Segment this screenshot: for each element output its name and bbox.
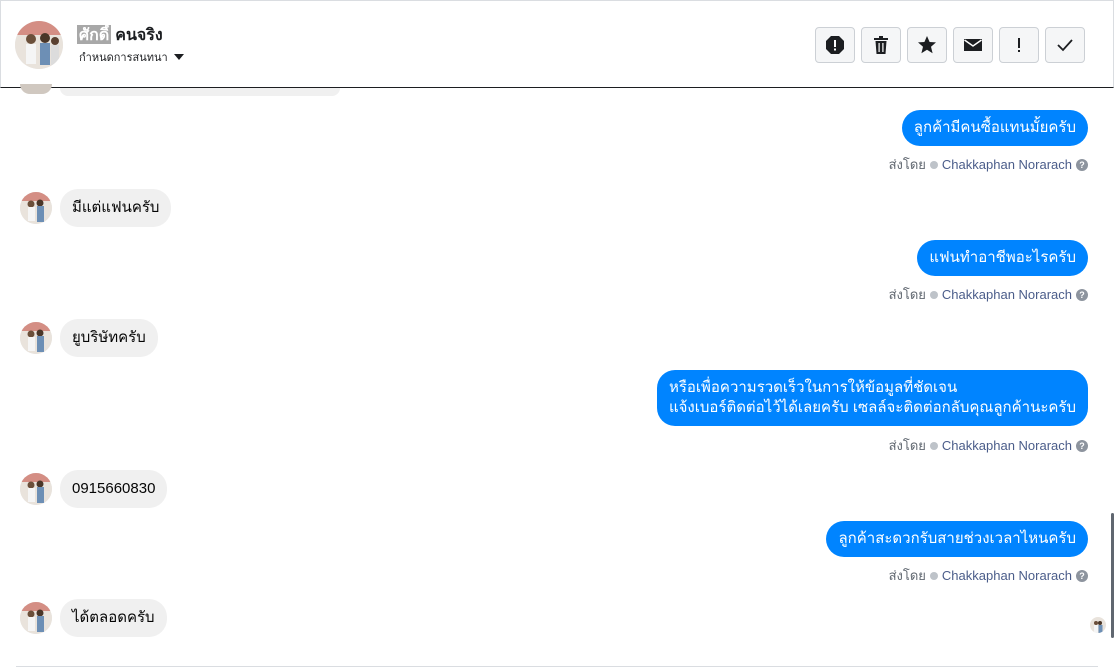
sent-by-line: ส่งโดย Chakkaphan Norarach ? xyxy=(889,284,1088,305)
sent-by-label: ส่งโดย xyxy=(888,287,926,302)
sent-by-label: ส่งโดย xyxy=(888,568,926,583)
incoming-message: 0915660830 xyxy=(60,470,168,508)
seen-avatar xyxy=(1090,617,1106,633)
avatar xyxy=(20,602,52,634)
star-button[interactable] xyxy=(907,27,947,63)
contact-name: ศักดิ์ คนจริง xyxy=(77,23,163,48)
incoming-message: ได้ตลอดครับ xyxy=(60,599,167,637)
sent-by-label: ส่งโดย xyxy=(888,438,926,453)
page-badge-icon xyxy=(929,571,938,580)
sent-by-line: ส่งโดย Chakkaphan Norarach ? xyxy=(889,435,1088,456)
report-spam-icon xyxy=(826,36,844,54)
trash-icon xyxy=(874,36,888,54)
assign-label: กำหนดการสนทนา xyxy=(79,51,168,64)
agent-name[interactable]: Chakkaphan Norarach xyxy=(942,438,1072,453)
incoming-message-row: ยูบริษัทครับ xyxy=(20,319,158,357)
contact-last-name: คนจริง xyxy=(115,25,163,44)
avatar xyxy=(20,473,52,505)
page-badge-icon xyxy=(929,160,938,169)
incoming-message: มีแต่แฟนครับ xyxy=(60,189,172,227)
outgoing-message: แฟนทำอาชีพอะไรครับ xyxy=(917,240,1088,276)
agent-name[interactable]: Chakkaphan Norarach xyxy=(942,287,1072,302)
thread-scrollbar[interactable] xyxy=(1111,513,1114,638)
contact-first-name: ศักดิ์ xyxy=(77,25,112,44)
incoming-message: ยูบริษัทครับ xyxy=(60,319,158,357)
avatar xyxy=(20,322,52,354)
outgoing-message: ลูกค้าสะดวกรับสายช่วงเวลาไหนครับ xyxy=(826,521,1088,557)
sent-by-line: ส่งโดย Chakkaphan Norarach ? xyxy=(889,565,1088,586)
contact-avatar[interactable] xyxy=(15,21,63,69)
agent-name[interactable]: Chakkaphan Norarach xyxy=(942,568,1072,583)
sent-by-line: ส่งโดย Chakkaphan Norarach ? xyxy=(889,154,1088,175)
incoming-message-row: 0915660830 xyxy=(20,470,168,508)
incoming-message-row: มีแต่แฟนครับ xyxy=(20,189,172,227)
follow-up-button[interactable] xyxy=(999,27,1039,63)
outgoing-message-line: แจ้งเบอร์ติดต่อไว้ได้เลยครับ เซลล์จะติดต… xyxy=(668,399,1076,416)
outgoing-message-line: หรือเพื่อความรวดเร็วในการให้ข้อมูลที่ชัด… xyxy=(668,379,958,396)
help-icon[interactable]: ? xyxy=(1076,288,1088,301)
envelope-icon xyxy=(964,39,982,51)
outgoing-message: ลูกค้ามีคนซื้อแทนมั้ยครับ xyxy=(901,110,1088,146)
caret-down-icon xyxy=(173,54,184,60)
help-icon[interactable]: ? xyxy=(1076,158,1088,171)
help-icon[interactable]: ? xyxy=(1076,439,1088,452)
message-bubble-partial xyxy=(60,88,340,96)
mark-done-button[interactable] xyxy=(1045,27,1085,63)
report-spam-button[interactable] xyxy=(815,27,855,63)
page-badge-icon xyxy=(929,290,938,299)
exclamation-icon xyxy=(1018,38,1020,52)
checkmark-icon xyxy=(1057,39,1073,52)
agent-name[interactable]: Chakkaphan Norarach xyxy=(942,157,1072,172)
header-actions xyxy=(815,27,1085,63)
star-icon xyxy=(918,36,936,54)
sent-by-label: ส่งโดย xyxy=(888,157,926,172)
avatar xyxy=(20,84,52,94)
incoming-message-row: ได้ตลอดครับ xyxy=(20,599,167,637)
page-badge-icon xyxy=(929,441,938,450)
assign-conversation-dropdown[interactable]: กำหนดการสนทนา xyxy=(79,48,184,66)
help-icon[interactable]: ? xyxy=(1076,569,1088,582)
composer-divider xyxy=(16,666,1098,671)
avatar xyxy=(20,192,52,224)
conversation-header: ศักดิ์ คนจริง กำหนดการสนทนา xyxy=(0,0,1114,88)
mark-unread-button[interactable] xyxy=(953,27,993,63)
delete-button[interactable] xyxy=(861,27,901,63)
outgoing-message: หรือเพื่อความรวดเร็วในการให้ข้อมูลที่ชัด… xyxy=(656,370,1088,426)
